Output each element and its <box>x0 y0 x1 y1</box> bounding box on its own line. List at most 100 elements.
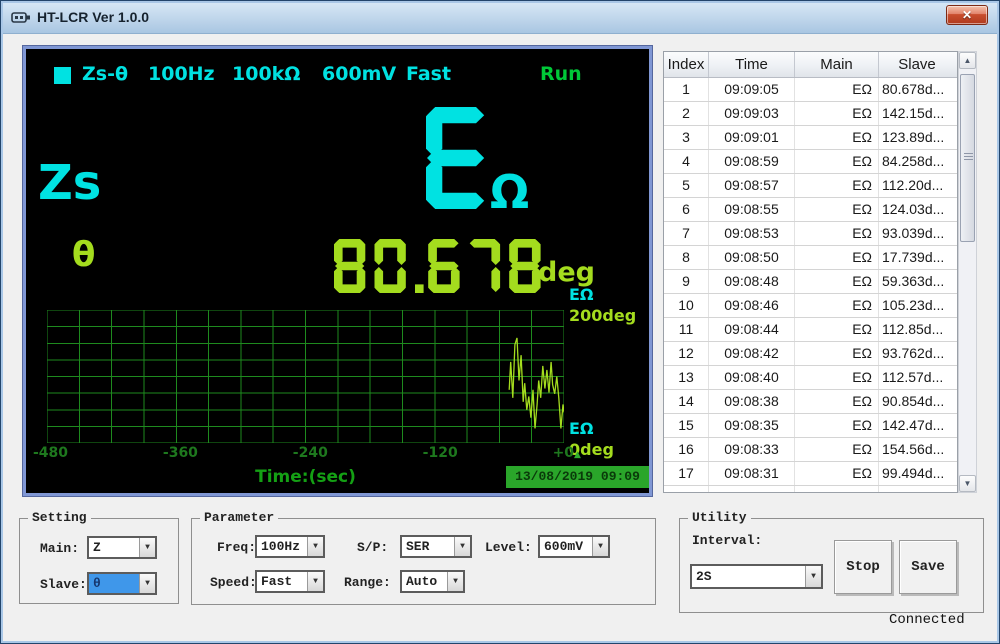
level-select[interactable]: 600mV ▼ <box>538 535 610 558</box>
table-header-time[interactable]: Time <box>709 52 795 77</box>
dropdown-arrow-icon[interactable]: ▼ <box>805 566 821 587</box>
status-range: 100kΩ <box>232 63 301 85</box>
status-freq: 100Hz <box>148 63 215 85</box>
table-row[interactable]: 6 09:08:55 EΩ 124.03d... <box>664 198 957 222</box>
dropdown-arrow-icon[interactable]: ▼ <box>447 572 463 591</box>
range-value: Auto <box>406 574 438 589</box>
range-select[interactable]: Auto ▼ <box>400 570 465 593</box>
table-cell: EΩ <box>795 126 879 149</box>
table-cell: 09:09:03 <box>709 102 795 125</box>
table-row[interactable]: 15 09:08:35 EΩ 142.47d... <box>664 414 957 438</box>
table-cell: EΩ <box>795 294 879 317</box>
table-cell: EΩ <box>795 270 879 293</box>
table-cell: 09:08:57 <box>709 174 795 197</box>
parameter-group: Parameter Freq: 100Hz ▼ S/P: SER ▼ Level… <box>191 510 656 605</box>
main-unit: Ω <box>490 165 530 219</box>
table-cell: 09:08:38 <box>709 390 795 413</box>
graph-ymax-label: 200deg <box>569 306 637 325</box>
interval-value: 2S <box>696 569 712 584</box>
scrollbar-thumb[interactable] <box>960 74 975 242</box>
table-scrollbar[interactable]: ▲ ▼ <box>958 51 977 493</box>
interval-select[interactable]: 2S ▼ <box>690 564 823 589</box>
table-cell: 09:08:53 <box>709 222 795 245</box>
table-row[interactable]: 1 09:09:05 EΩ 80.678d... <box>664 78 957 102</box>
table-row[interactable]: 8 09:08:50 EΩ 17.739d... <box>664 246 957 270</box>
table-row[interactable]: 16 09:08:33 EΩ 154.56d... <box>664 438 957 462</box>
close-button[interactable]: ✕ <box>946 5 988 25</box>
table-cell: 84.258d... <box>882 153 945 169</box>
table-row[interactable]: 3 09:09:01 EΩ 123.89d... <box>664 126 957 150</box>
table-cell: 59.363d... <box>882 273 945 289</box>
table-cell: 09:08:42 <box>709 342 795 365</box>
slave-select[interactable]: θ ▼ <box>87 572 157 595</box>
interval-label: Interval: <box>692 533 763 548</box>
sp-select[interactable]: SER ▼ <box>400 535 472 558</box>
utility-group-title: Utility <box>688 510 751 525</box>
save-button[interactable]: Save <box>899 540 957 594</box>
table-cell <box>879 486 955 492</box>
main-select[interactable]: Z ▼ <box>87 536 157 559</box>
table-row[interactable]: 5 09:08:57 EΩ 112.20d... <box>664 174 957 198</box>
dropdown-arrow-icon[interactable]: ▼ <box>307 572 323 591</box>
table-cell: 09:08:48 <box>709 270 795 293</box>
table-cell: 93.762d... <box>882 345 945 361</box>
table-cell: 93.039d... <box>882 225 945 241</box>
dropdown-arrow-icon[interactable]: ▼ <box>307 537 323 556</box>
x-axis-ticks: -480 -360 -240 -120 +0▲ <box>33 445 581 464</box>
table-cell: 112.20d... <box>882 177 944 193</box>
table-row[interactable]: 11 09:08:44 EΩ 112.85d... <box>664 318 957 342</box>
table-cell: 124.03d... <box>882 201 945 217</box>
table-row[interactable]: 10 09:08:46 EΩ 105.23d... <box>664 294 957 318</box>
table-cell: 09:08:59 <box>709 150 795 173</box>
table-row[interactable]: 4 09:08:59 EΩ 84.258d... <box>664 150 957 174</box>
dropdown-arrow-icon[interactable]: ▼ <box>592 537 608 556</box>
table-cell: 17 <box>664 462 709 485</box>
dropdown-arrow-icon[interactable]: ▼ <box>139 574 155 593</box>
table-row[interactable] <box>664 486 957 492</box>
table-cell: 112.85d... <box>882 321 944 337</box>
status-level: 600mV <box>322 63 397 85</box>
scroll-down-icon[interactable]: ▼ <box>959 475 976 492</box>
slave-param-label: θ <box>72 235 96 275</box>
speed-select[interactable]: Fast ▼ <box>255 570 325 593</box>
parameter-group-title: Parameter <box>200 510 279 525</box>
setting-group-title: Setting <box>28 510 91 525</box>
table-cell: 80.678d... <box>882 81 945 97</box>
table-cell: 09:08:44 <box>709 318 795 341</box>
dropdown-arrow-icon[interactable]: ▼ <box>139 538 155 557</box>
main-param-label: Zs <box>38 155 102 211</box>
table-row[interactable]: 12 09:08:42 EΩ 93.762d... <box>664 342 957 366</box>
table-cell: 14 <box>664 390 709 413</box>
scroll-up-icon[interactable]: ▲ <box>959 52 976 69</box>
main-select-value: Z <box>93 540 101 555</box>
sp-value: SER <box>406 539 430 554</box>
table-row[interactable]: 17 09:08:31 EΩ 99.494d... <box>664 462 957 486</box>
scrollbar-grip-icon <box>964 153 973 161</box>
table-cell <box>664 486 709 492</box>
x-tick-label: -480 <box>33 445 69 461</box>
freq-select[interactable]: 100Hz ▼ <box>255 535 325 558</box>
table-cell: 09:08:50 <box>709 246 795 269</box>
table-cell: 99.494d... <box>882 465 945 481</box>
trend-graph <box>47 310 564 443</box>
title-bar[interactable]: HT-LCR Ver 1.0.0 ✕ <box>1 1 999 34</box>
table-header-index[interactable]: Index <box>664 52 709 77</box>
table-row[interactable]: 7 09:08:53 EΩ 93.039d... <box>664 222 957 246</box>
table-header-slave[interactable]: Slave <box>879 52 955 77</box>
stop-button[interactable]: Stop <box>834 540 892 594</box>
table-cell: 154.56d... <box>882 441 945 457</box>
table-row[interactable]: 9 09:08:48 EΩ 59.363d... <box>664 270 957 294</box>
table-row[interactable]: 14 09:08:38 EΩ 90.854d... <box>664 390 957 414</box>
table-cell: 7 <box>664 222 709 245</box>
sp-label: S/P: <box>357 540 389 555</box>
table-cell: EΩ <box>795 174 879 197</box>
measurement-table: Index Time Main Slave 1 09:09:05 EΩ 80.678d...… <box>663 51 958 493</box>
table-cell: 09:09:01 <box>709 126 795 149</box>
app-window: HT-LCR Ver 1.0.0 ✕ Zs-θ 100Hz 100kΩ 600m… <box>0 0 1000 644</box>
table-header-main[interactable]: Main <box>795 52 879 77</box>
main-select-label: Main: <box>40 541 80 556</box>
table-row[interactable]: 13 09:08:40 EΩ 112.57d... <box>664 366 957 390</box>
table-row[interactable]: 2 09:09:03 EΩ 142.15d... <box>664 102 957 126</box>
table-cell <box>795 486 879 492</box>
dropdown-arrow-icon[interactable]: ▼ <box>454 537 470 556</box>
